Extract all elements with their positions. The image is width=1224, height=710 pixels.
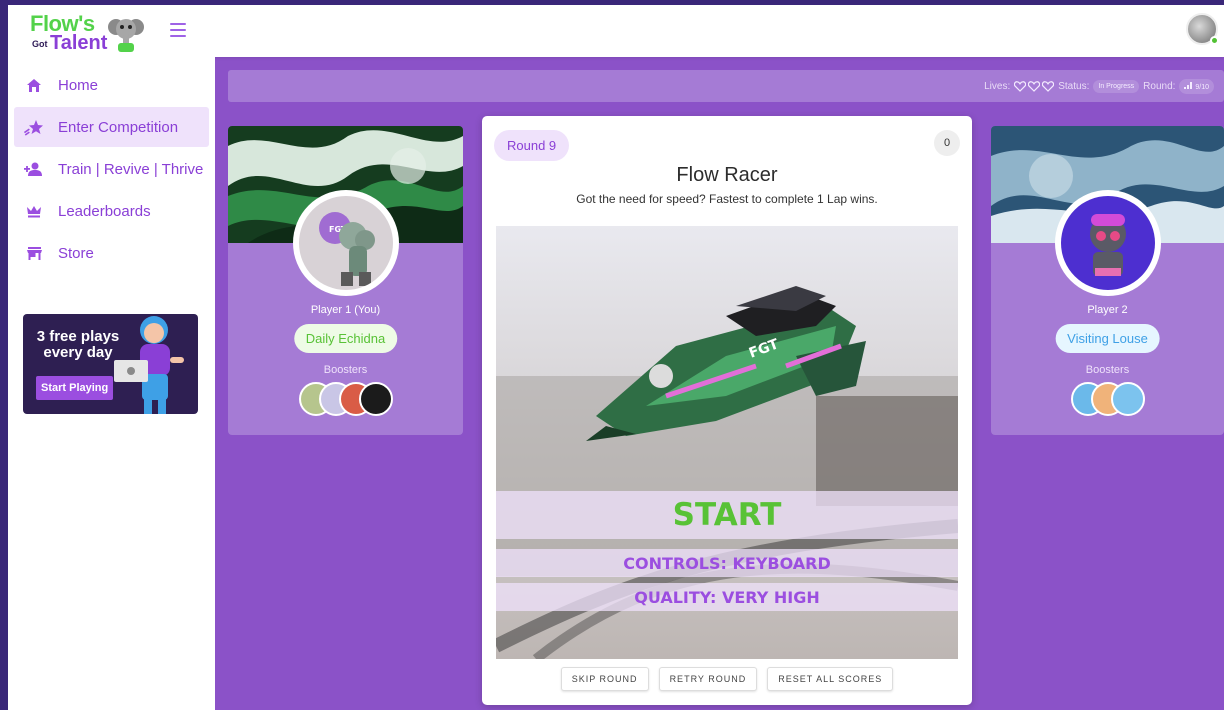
player-2-boosters — [1070, 382, 1145, 416]
round-progress-badge: 9/10 — [1179, 78, 1214, 94]
player-2-nickname-badge: Visiting Louse — [1055, 324, 1160, 353]
player-2-boosters-label: Boosters — [1085, 364, 1130, 376]
game-title: Flow Racer — [676, 164, 778, 186]
top-bar: Flow's Got Talent — [8, 0, 1224, 57]
round-actions: SKIP ROUND RETRY ROUND RESET ALL SCORES — [482, 667, 972, 691]
lives-label: Lives: — [984, 80, 1011, 92]
crown-icon — [24, 202, 44, 220]
online-status-dot — [1210, 36, 1219, 45]
user-avatar[interactable] — [1186, 13, 1219, 45]
signal-bars-icon — [1184, 81, 1193, 89]
player-2-avatar — [1054, 190, 1161, 296]
skip-round-button[interactable]: SKIP ROUND — [560, 667, 649, 691]
controls-setting[interactable]: CONTROLS: KEYBOARD — [496, 549, 958, 577]
player-1-card: FGT Player 1 (You) Daily Echidna Booster… — [228, 126, 463, 435]
heart-icon — [1042, 80, 1055, 92]
sidebar-item-home[interactable]: Home — [14, 65, 209, 105]
sidebar-item-leaderboards[interactable]: Leaderboards — [14, 191, 209, 231]
player-1-boosters-label: Boosters — [323, 364, 368, 376]
promo-character-illustration — [114, 316, 184, 414]
reset-all-scores-button[interactable]: RESET ALL SCORES — [767, 667, 894, 691]
round-progress-value: 9/10 — [1195, 83, 1209, 91]
game-card: Round 9 0 Flow Racer Got the need for sp… — [482, 116, 972, 705]
lives-hearts — [1014, 80, 1055, 92]
app-logo[interactable]: Flow's Got Talent — [30, 11, 150, 57]
sidebar-item-label: Leaderboards — [58, 202, 151, 220]
player-1-boosters — [298, 382, 393, 416]
status-badge: In Progress — [1093, 79, 1140, 93]
player-2-name: Player 2 — [1087, 304, 1128, 316]
retry-round-button[interactable]: RETRY ROUND — [658, 667, 758, 691]
game-description: Got the need for speed? Fastest to compl… — [576, 192, 878, 206]
player-1-avatar: FGT — [292, 190, 399, 296]
logo-text-got: Got — [32, 39, 48, 49]
start-game-button[interactable]: START — [496, 491, 958, 539]
logo-text-talent: Talent — [50, 32, 108, 54]
game-canvas[interactable]: FGT START CONTROLS: KEYBOARD QUALITY: VE… — [496, 226, 958, 659]
player-1-name: Player 1 (You) — [310, 304, 381, 316]
sidebar-item-train-revive-thrive[interactable]: Train | Revive | Thrive — [14, 149, 209, 189]
sidebar-item-label: Enter Competition — [58, 118, 179, 136]
promo-title: 3 free plays every day — [36, 328, 120, 361]
status-label: Status: — [1058, 80, 1090, 92]
game-status-bar: Lives: Status: In Progress Round: 9/10 — [228, 70, 1224, 102]
sidebar-item-enter-competition[interactable]: Enter Competition — [14, 107, 209, 147]
sidebar-nav: Home Enter Competition Train | Revive | … — [8, 57, 215, 273]
users-plus-icon — [24, 160, 44, 178]
booster-avatar[interactable] — [358, 382, 393, 416]
player-1-nickname-badge: Daily Echidna — [293, 324, 398, 353]
booster-avatar[interactable] — [1110, 382, 1145, 416]
free-plays-promo-card: 3 free plays every day Start Playing — [23, 314, 198, 414]
store-icon — [24, 244, 44, 262]
sidebar-item-label: Store — [58, 244, 94, 262]
home-icon — [24, 76, 44, 94]
score-counter: 0 — [934, 130, 960, 156]
sidebar-item-store[interactable]: Store — [14, 233, 209, 273]
sidebar-item-label: Home — [58, 76, 99, 94]
heart-icon — [1014, 80, 1027, 92]
round-label: Round: — [1143, 80, 1176, 92]
app-frame: Flow's Got Talent Home Enter Competition… — [8, 0, 1224, 710]
elephant-mascot-icon — [108, 19, 144, 52]
heart-icon — [1028, 80, 1041, 92]
menu-hamburger-icon[interactable] — [170, 23, 186, 37]
sidebar-item-label: Train | Revive | Thrive — [58, 160, 204, 178]
racer-ship-illustration: FGT — [586, 286, 866, 441]
player-2-card: Player 2 Visiting Louse Boosters — [991, 126, 1224, 435]
quality-setting[interactable]: QUALITY: VERY HIGH — [496, 583, 958, 611]
round-badge: Round 9 — [494, 130, 570, 161]
sidebar: Home Enter Competition Train | Revive | … — [8, 57, 215, 710]
sparkle-star-icon — [24, 118, 44, 136]
start-playing-button[interactable]: Start Playing — [36, 376, 114, 400]
